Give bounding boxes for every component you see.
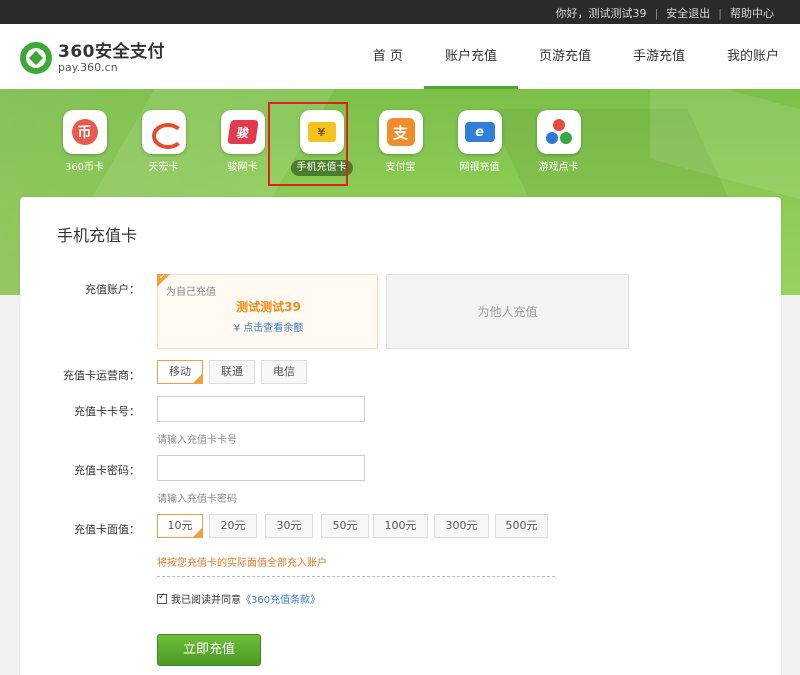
coin-icon: 币 (71, 119, 98, 145)
divider: | (718, 6, 722, 20)
junnet-icon: 骏 (226, 120, 259, 144)
denomination-option-500[interactable]: 500元 (495, 514, 548, 538)
denomination-option-20[interactable]: 20元 (209, 514, 257, 538)
agreement-row: 我已阅读并同意 《360充值条款》 (157, 591, 320, 606)
dashed-divider (157, 576, 555, 577)
alipay-icon: 支 (386, 118, 415, 146)
method-online-banking[interactable]: e 网银充值 (440, 110, 519, 176)
logo-mark-icon (20, 42, 52, 74)
bank-icon: e (464, 122, 495, 142)
top-bar: 你好，测试测试39 | 安全退出 | 帮助中心 (0, 0, 800, 24)
tianhong-icon (150, 121, 184, 149)
logout-link[interactable]: 安全退出 (666, 5, 710, 21)
method-label: 网银充值 (459, 162, 500, 173)
denomination-option-30[interactable]: 30元 (265, 514, 313, 538)
card-password-input[interactable] (157, 455, 365, 481)
agreement-checkbox[interactable] (157, 592, 167, 604)
denomination-option-50[interactable]: 50元 (321, 514, 369, 538)
recharge-others-option[interactable]: 为他人充值 (386, 274, 629, 349)
logo-url: pay.360.cn (58, 60, 118, 74)
denomination-option-300[interactable]: 300元 (434, 514, 489, 538)
method-tianhong-card[interactable]: 天宏卡 (124, 110, 203, 176)
view-balance-link[interactable]: ¥ 点击查看余额 (158, 319, 379, 334)
card-password-label: 充值卡密码： (74, 464, 140, 477)
method-label: 游戏点卡 (538, 162, 579, 173)
nav-web-game-recharge[interactable]: 页游充值 (518, 24, 612, 89)
nav-account-recharge[interactable]: 账户充值 (423, 24, 518, 89)
denomination-option-100[interactable]: 100元 (373, 514, 428, 538)
help-center-link[interactable]: 帮助中心 (730, 5, 774, 21)
card-number-hint: 请输入充值卡卡号 (157, 435, 237, 446)
carrier-label: 充值卡运营商： (63, 369, 140, 382)
method-label: 360币卡 (64, 162, 105, 173)
game-card-icon (545, 118, 573, 146)
recharge-now-button[interactable]: 立即充值 (157, 634, 261, 666)
carrier-option-mobile[interactable]: 移动 ✓ (157, 360, 203, 384)
denomination-option-10[interactable]: 10元 ✓ (157, 514, 203, 538)
terms-link[interactable]: 《360充值条款》 (241, 591, 320, 606)
method-label: 天宏卡 (148, 162, 179, 173)
recharge-panel: 手机充值卡 充值账户： ✓ 为自己充值 测试测试39 ¥ 点击查看余额 为他人充… (20, 197, 781, 675)
selected-method-highlight (268, 102, 348, 186)
divider: | (654, 6, 659, 20)
site-logo[interactable]: 360安全支付 pay.360.cn (20, 42, 165, 74)
carrier-option-unicom[interactable]: 联通 (209, 360, 255, 384)
self-recharge-tag: 为自己充值 (166, 287, 216, 298)
check-icon: ✓ (159, 272, 166, 281)
method-game-point-card[interactable]: 游戏点卡 (519, 110, 598, 176)
denomination-notice: 将按您充值卡的实际面值全部充入账户 (157, 558, 327, 569)
top-links: 你好，测试测试39 | 安全退出 | 帮助中心 (556, 5, 774, 21)
account-label: 充值账户： (85, 283, 140, 296)
card-password-hint: 请输入充值卡密码 (157, 494, 237, 505)
method-alipay[interactable]: 支 支付宝 (361, 110, 440, 176)
recharge-self-option[interactable]: ✓ 为自己充值 测试测试39 ¥ 点击查看余额 (157, 272, 379, 349)
user-greeting: 你好，测试测试39 (555, 7, 647, 20)
method-label: 支付宝 (385, 162, 416, 173)
logo-title: 360安全支付 (58, 41, 165, 62)
account-name: 测试测试39 (236, 300, 301, 314)
carrier-option-telecom[interactable]: 电信 (261, 360, 307, 384)
card-number-input[interactable] (157, 396, 365, 422)
nav-my-account[interactable]: 我的账户 (706, 24, 800, 89)
denomination-label: 充值卡面值： (74, 523, 140, 536)
main-nav: 首 页 账户充值 页游充值 手游充值 我的账户 (352, 24, 800, 89)
card-number-label: 充值卡卡号： (74, 405, 140, 418)
page-title: 手机充值卡 (57, 226, 138, 245)
agreement-text: 我已阅读并同意 (171, 595, 241, 606)
nav-home[interactable]: 首 页 (352, 24, 424, 89)
method-360-coin-card[interactable]: 币 360币卡 (45, 110, 124, 176)
method-label: 骏网卡 (227, 162, 258, 173)
